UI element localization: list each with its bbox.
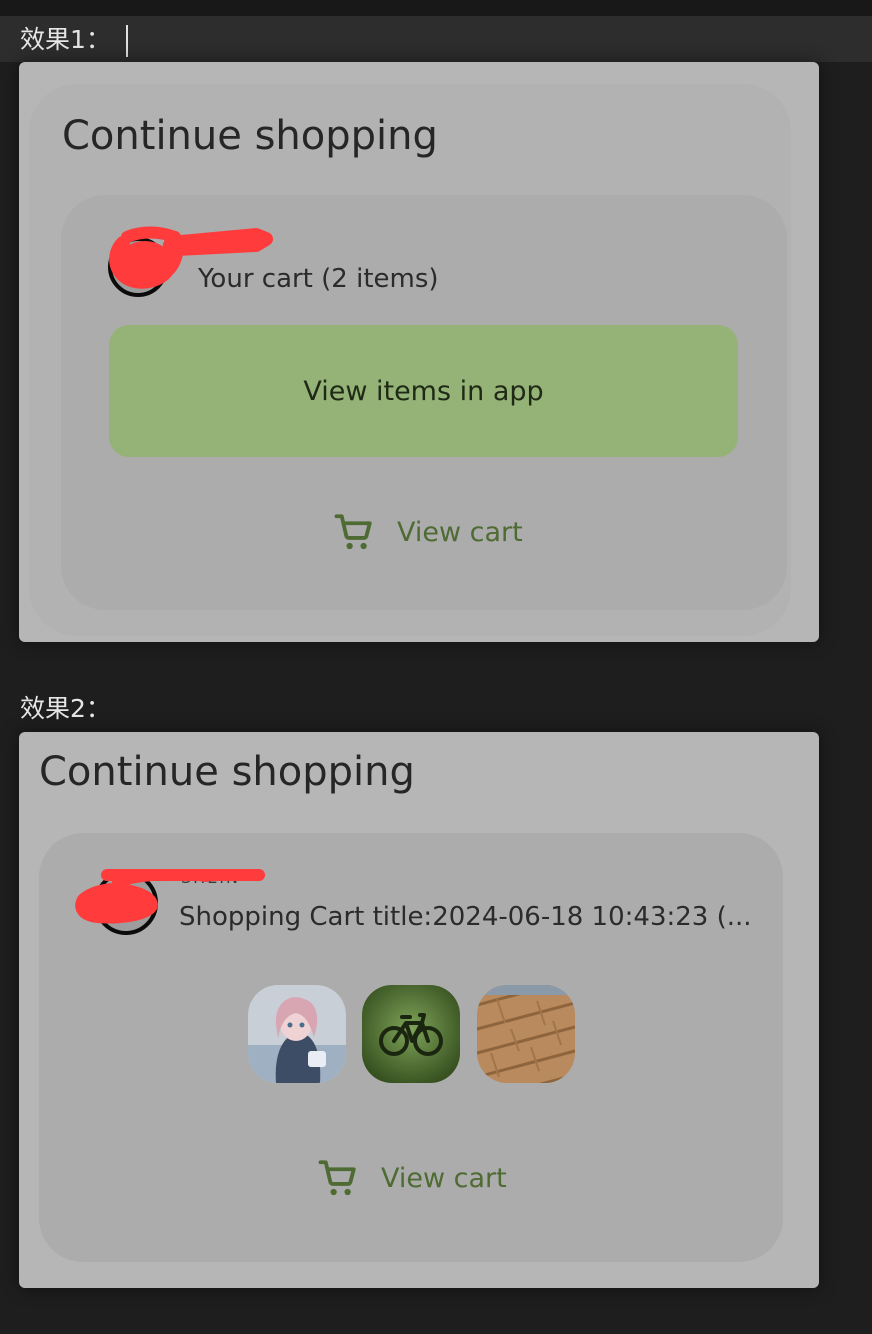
cart-label: Shopping Cart title:2024-06-18 10:43:23 …: [179, 902, 752, 932]
view-cart-button[interactable]: View cart: [317, 1157, 507, 1199]
effect1-panel: Continue shopping SHEIN Your cart (2 ite…: [19, 62, 819, 642]
wood-floor-image: [477, 985, 575, 1083]
effect1-label: 效果1：: [20, 25, 111, 54]
bicycle-thumbnail[interactable]: [362, 985, 460, 1083]
view-cart-label: View cart: [381, 1162, 507, 1194]
effect1-title: Continue shopping: [62, 113, 438, 159]
shopping-cart-icon: [334, 514, 372, 550]
anime-girl-thumbnail[interactable]: [248, 985, 346, 1083]
view-items-in-app-button[interactable]: View items in app: [109, 325, 738, 457]
view-cart-button[interactable]: View cart: [333, 511, 523, 553]
wood-floor-thumbnail[interactable]: [477, 985, 575, 1083]
text-caret: [126, 25, 128, 57]
shopping-cart-icon: [318, 1160, 356, 1196]
label-bar: [0, 16, 872, 62]
effect2-panel: Continue shopping SHEIN Shopping Cart ti…: [19, 732, 819, 1288]
bicycle-image: [362, 985, 460, 1083]
effect2-label: 效果2：: [20, 694, 111, 723]
view-items-in-app-label: View items in app: [303, 375, 544, 407]
view-cart-label: View cart: [397, 516, 523, 548]
top-strip: [0, 0, 872, 16]
anime-girl-image: [248, 985, 346, 1083]
effect2-cart-card: SHEIN Shopping Cart title:2024-06-18 10:…: [39, 833, 783, 1262]
effect1-cart-card: SHEIN Your cart (2 items) View items in …: [61, 195, 787, 610]
cart-label: Your cart (2 items): [198, 264, 439, 294]
effect2-title: Continue shopping: [39, 749, 415, 795]
